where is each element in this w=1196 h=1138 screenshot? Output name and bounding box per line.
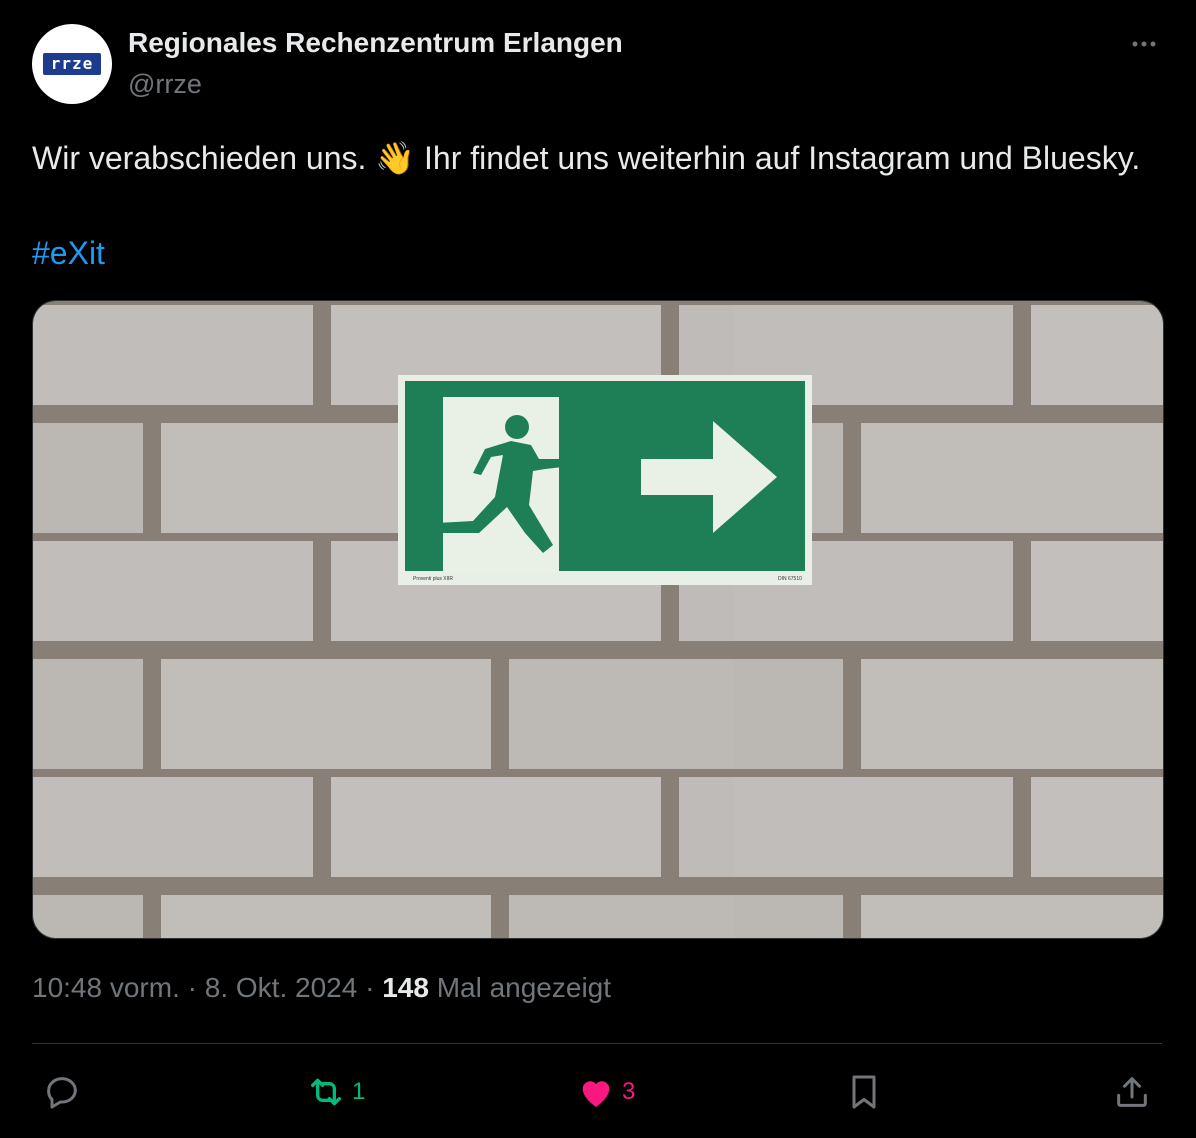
retweet-button[interactable]: 1 xyxy=(306,1068,365,1116)
more-options-button[interactable] xyxy=(1122,26,1166,62)
author-handle[interactable]: @rrze xyxy=(128,69,202,100)
author-name[interactable]: Regionales Rechenzentrum Erlangen xyxy=(128,27,623,59)
tweet-time[interactable]: 10:48 vorm. xyxy=(32,972,180,1003)
bookmark-icon xyxy=(852,1075,876,1109)
share-button[interactable] xyxy=(1112,1068,1152,1116)
exit-sign-photo: Proventi plus XIIR DIN 67510 xyxy=(33,301,1163,938)
tweet-media[interactable]: Proventi plus XIIR DIN 67510 xyxy=(32,300,1164,939)
divider xyxy=(32,1043,1162,1044)
tweet-metadata: 10:48 vorm. · 8. Okt. 2024 · 148 Mal ang… xyxy=(32,972,611,1004)
svg-text:Proventi plus XIIR: Proventi plus XIIR xyxy=(413,576,453,582)
hashtag-link[interactable]: #eXit xyxy=(32,229,105,277)
avatar[interactable]: rrze xyxy=(32,24,112,104)
svg-text:DIN 67510: DIN 67510 xyxy=(778,576,802,582)
rrze-logo: rrze xyxy=(43,53,101,75)
more-icon xyxy=(1132,41,1156,47)
retweet-count: 1 xyxy=(352,1078,366,1105)
views-count: 148 xyxy=(382,972,429,1003)
tweet-date[interactable]: 8. Okt. 2024 xyxy=(205,972,358,1003)
logo-text: rrze xyxy=(50,54,94,73)
like-count: 3 xyxy=(622,1078,636,1105)
retweet-icon xyxy=(311,1078,341,1106)
reply-button[interactable] xyxy=(42,1068,82,1116)
heart-icon xyxy=(582,1081,610,1107)
views-label: Mal angezeigt xyxy=(436,972,612,1003)
share-icon xyxy=(1117,1077,1147,1107)
reply-icon xyxy=(47,1077,77,1109)
separator: · xyxy=(365,972,375,1003)
exit-sign: Proventi plus XIIR DIN 67510 xyxy=(398,375,812,585)
separator: · xyxy=(187,972,197,1003)
tweet-text: Wir verabschieden uns. 👋 Ihr findet uns … xyxy=(32,140,1141,176)
like-button[interactable]: 3 xyxy=(576,1068,635,1116)
bookmark-button[interactable] xyxy=(844,1068,884,1116)
